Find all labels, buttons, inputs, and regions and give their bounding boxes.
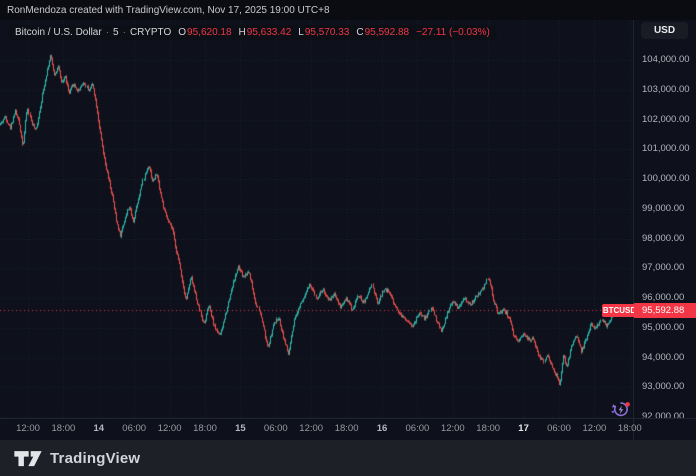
price-tick-label: 97,000.00 [642,262,684,274]
price-tick-label: 104,000.00 [642,54,690,66]
time-tick-label: 12:00 [299,423,323,434]
price-tick-label: 102,000.00 [642,114,690,126]
time-tick-label: 17 [518,423,529,434]
ohlc-open: O95,620.18 [178,27,231,38]
time-tick-label: 12:00 [16,423,40,434]
price-tick-label: 95,000.00 [642,322,684,334]
attribution-bar: RonMendoza created with TradingView.com,… [0,0,696,20]
tradingview-logo-icon [13,448,43,468]
attribution-text: RonMendoza created with TradingView.com,… [7,5,330,16]
symbol-title: Bitcoin / U.S. Dollar [15,27,102,38]
time-tick-label: 18:00 [193,423,217,434]
realtime-refresh-icon[interactable] [610,400,632,420]
time-tick-label: 18:00 [476,423,500,434]
time-tick-label: 12:00 [583,423,607,434]
time-tick-label: 06:00 [406,423,430,434]
tradingview-footer[interactable]: TradingView [0,440,696,476]
chart-area[interactable]: Bitcoin / U.S. Dollar · 5 · CRYPTO O95,6… [0,20,633,418]
legend-separator: · [106,27,109,38]
price-tick-label: 93,000.00 [642,381,684,393]
price-tick-label: 94,000.00 [642,352,684,364]
price-tick-label: 103,000.00 [642,84,690,96]
time-tick-label: 18:00 [335,423,359,434]
time-tick-label: 12:00 [158,423,182,434]
time-tick-label: 18:00 [618,423,642,434]
tradingview-chart-window: RonMendoza created with TradingView.com,… [0,0,696,476]
price-axis[interactable]: USD 95,592.88 104,000.00 103,000.00 102,00… [633,20,696,418]
time-tick-label: 14 [94,423,105,434]
legend-separator: · [123,27,126,38]
time-tick-label: 06:00 [547,423,571,434]
time-tick-label: 12:00 [441,423,465,434]
price-tick-label: 101,000.00 [642,143,690,155]
ohlc-low: L95,570.33 [298,27,349,38]
ohlc-high: H95,633.42 [239,27,292,38]
currency-usd-button[interactable]: USD [641,22,688,39]
price-tick-label: 98,000.00 [642,233,684,245]
btcusd-price-flag: BTCUSD [602,304,637,317]
interval-label: 5 [113,27,119,38]
time-tick-label: 15 [235,423,246,434]
time-axis[interactable]: 12:00 18:00 14 06:00 12:00 18:00 15 06:00 12:00 1… [0,418,696,440]
ohlc-close: C95,592.88 [356,27,409,38]
price-change: −27.11 (−0.03%) [416,27,490,38]
candlestick-chart[interactable] [0,20,633,418]
time-tick-label: 06:00 [122,423,146,434]
time-tick-label: 06:00 [264,423,288,434]
price-tick-label: 99,000.00 [642,203,684,215]
last-price-label: 95,592.88 [634,303,696,318]
symbol-legend[interactable]: Bitcoin / U.S. Dollar · 5 · CRYPTO O95,6… [8,25,497,40]
price-tick-label: 100,000.00 [642,173,690,185]
time-tick-label: 16 [377,423,388,434]
tradingview-wordmark: TradingView [50,450,140,467]
exchange-label: CRYPTO [130,27,171,38]
time-tick-label: 18:00 [52,423,76,434]
